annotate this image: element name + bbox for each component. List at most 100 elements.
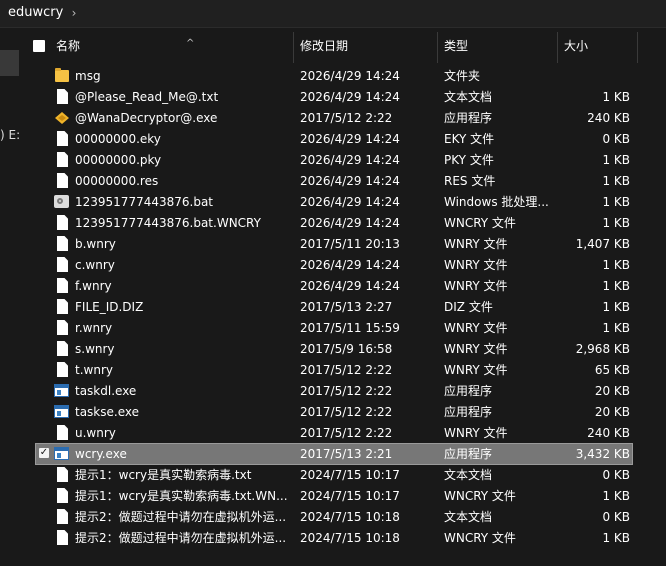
file-row[interactable]: 00000000.pky 2026/4/29 14:24 PKY 文件 1 KB (36, 150, 632, 170)
file-row[interactable]: 123951777443876.bat.WNCRY 2026/4/29 14:24… (36, 213, 632, 233)
file-row[interactable]: r.wnry 2017/5/11 15:59 WNRY 文件 1 KB (36, 318, 632, 338)
column-header-name-label: 名称 (56, 39, 81, 53)
file-date-modified: 2026/4/29 14:24 (300, 216, 400, 230)
file-size: 0 KB (602, 468, 630, 482)
wanadecryptor-icon (54, 110, 70, 126)
application-icon (54, 446, 70, 462)
row-checkbox-checked[interactable]: ✓ (39, 448, 49, 458)
file-row[interactable]: 提示1：wcry是真实勒索病毒.txt 2024/7/15 10:17 文本文档 0 … (36, 465, 632, 485)
file-date-modified: 2026/4/29 14:24 (300, 69, 400, 83)
file-date-modified: 2026/4/29 14:24 (300, 279, 400, 293)
file-size: 1 KB (602, 258, 630, 272)
file-type: WNCRY 文件 (444, 489, 516, 503)
file-row[interactable]: f.wnry 2026/4/29 14:24 WNRY 文件 1 KB (36, 276, 632, 296)
file-date-modified: 2017/5/11 20:13 (300, 237, 400, 251)
file-name: 123951777443876.bat (75, 195, 214, 209)
file-date-modified: 2017/5/9 16:58 (300, 342, 393, 356)
file-type: WNRY 文件 (444, 426, 508, 440)
file-row[interactable]: ✓ wcry.exe 2017/5/13 2:21 应用程序 3,432 KB (35, 443, 633, 465)
file-row[interactable]: 00000000.res 2026/4/29 14:24 RES 文件 1 KB (36, 171, 632, 191)
nav-selected-item[interactable] (0, 50, 19, 76)
file-date-modified: 2017/5/12 2:22 (300, 111, 393, 125)
sort-ascending-icon: ^ (186, 38, 195, 49)
column-header-type-label: 类型 (444, 39, 469, 53)
file-type: WNRY 文件 (444, 258, 508, 272)
document-icon (54, 362, 70, 378)
file-name: b.wnry (75, 237, 116, 251)
document-icon (54, 236, 70, 252)
document-icon (54, 152, 70, 168)
column-header-date[interactable]: 修改日期 (294, 32, 438, 63)
document-icon (54, 131, 70, 147)
select-all-checkbox[interactable] (33, 40, 45, 52)
file-size: 1 KB (602, 279, 630, 293)
file-date-modified: 2017/5/11 15:59 (300, 321, 400, 335)
file-row[interactable]: s.wnry 2017/5/9 16:58 WNRY 文件 2,968 KB (36, 339, 632, 359)
document-icon (54, 89, 70, 105)
file-name: 123951777443876.bat.WNCRY (75, 216, 261, 230)
document-icon (54, 509, 70, 525)
file-name: FILE_ID.DIZ (75, 300, 144, 314)
file-row[interactable]: t.wnry 2017/5/12 2:22 WNRY 文件 65 KB (36, 360, 632, 380)
column-header-row: 名称 ^ 修改日期 类型 大小 (20, 32, 640, 63)
file-type: WNRY 文件 (444, 342, 508, 356)
file-name: 提示2：做题过程中请勿在虚拟机外运... (75, 531, 287, 545)
file-date-modified: 2026/4/29 14:24 (300, 174, 400, 188)
file-size: 1 KB (602, 153, 630, 167)
file-row[interactable]: u.wnry 2017/5/12 2:22 WNRY 文件 240 KB (36, 423, 632, 443)
file-row[interactable]: 123951777443876.bat 2026/4/29 14:24 Window… (36, 192, 632, 212)
document-icon (54, 215, 70, 231)
file-type: WNRY 文件 (444, 321, 508, 335)
file-size: 1 KB (602, 195, 630, 209)
breadcrumb-eduwcry[interactable]: eduwcry (8, 5, 63, 21)
document-icon (54, 320, 70, 336)
file-date-modified: 2026/4/29 14:24 (300, 258, 400, 272)
file-size: 0 KB (602, 132, 630, 146)
file-size: 1 KB (602, 531, 630, 545)
file-row[interactable]: @Please_Read_Me@.txt 2026/4/29 14:24 文本文档 1… (36, 87, 632, 107)
file-row[interactable]: msg 2026/4/29 14:24 文件夹 (36, 66, 632, 86)
file-row[interactable]: 提示1：wcry是真实勒索病毒.txt.WN... 2024/7/15 10:17… (36, 486, 632, 506)
document-icon (54, 425, 70, 441)
file-date-modified: 2017/5/12 2:22 (300, 426, 393, 440)
document-icon (54, 278, 70, 294)
file-type: WNCRY 文件 (444, 216, 516, 230)
file-row[interactable]: @WanaDecryptor@.exe 2017/5/12 2:22 应用程序 240… (36, 108, 632, 128)
file-name: msg (75, 69, 101, 83)
file-type: 文本文档 (444, 90, 493, 104)
file-type: 应用程序 (444, 384, 493, 398)
file-size: 2,968 KB (575, 342, 630, 356)
file-row[interactable]: taskdl.exe 2017/5/12 2:22 应用程序 20 KB (36, 381, 632, 401)
file-list-view: 名称 ^ 修改日期 类型 大小 msg 2026/4/29 14:24 文件夹 @Pl… (20, 28, 666, 566)
file-row[interactable]: 提示2：做题过程中请勿在虚拟机外运... 2024/7/15 10:18 WNCRY… (36, 528, 632, 548)
file-row[interactable]: 提示2：做题过程中请勿在虚拟机外运... 2024/7/15 10:18 文本文档 0… (36, 507, 632, 527)
file-name: u.wnry (75, 426, 116, 440)
column-header-type[interactable]: 类型 (438, 32, 558, 63)
document-icon (54, 257, 70, 273)
file-type: WNRY 文件 (444, 237, 508, 251)
file-row[interactable]: taskse.exe 2017/5/12 2:22 应用程序 20 KB (36, 402, 632, 422)
file-type: 文本文档 (444, 510, 493, 524)
file-row[interactable]: FILE_ID.DIZ 2017/5/13 2:27 DIZ 文件 1 KB (36, 297, 632, 317)
document-icon (54, 341, 70, 357)
file-size: 1,407 KB (575, 237, 630, 251)
file-name: @Please_Read_Me@.txt (75, 90, 219, 104)
column-header-name[interactable]: 名称 ^ (50, 32, 294, 63)
file-date-modified: 2026/4/29 14:24 (300, 132, 400, 146)
file-row[interactable]: 00000000.eky 2026/4/29 14:24 EKY 文件 0 KB (36, 129, 632, 149)
column-header-size-label: 大小 (564, 39, 589, 53)
breadcrumb-chevron-icon[interactable]: › (67, 6, 81, 20)
file-row[interactable]: b.wnry 2017/5/11 20:13 WNRY 文件 1,407 KB (36, 234, 632, 254)
file-type: Windows 批处理... (444, 195, 549, 209)
nav-drive-label[interactable]: ) E: (0, 128, 20, 142)
column-header-size[interactable]: 大小 (558, 32, 638, 63)
address-bar[interactable]: eduwcry › (0, 0, 666, 28)
batch-file-icon (54, 194, 70, 210)
file-name: 00000000.eky (75, 132, 161, 146)
file-name: @WanaDecryptor@.exe (75, 111, 218, 125)
file-size: 1 KB (602, 300, 630, 314)
file-date-modified: 2017/5/12 2:22 (300, 363, 393, 377)
file-date-modified: 2026/4/29 14:24 (300, 195, 400, 209)
file-name: f.wnry (75, 279, 112, 293)
file-row[interactable]: c.wnry 2026/4/29 14:24 WNRY 文件 1 KB (36, 255, 632, 275)
